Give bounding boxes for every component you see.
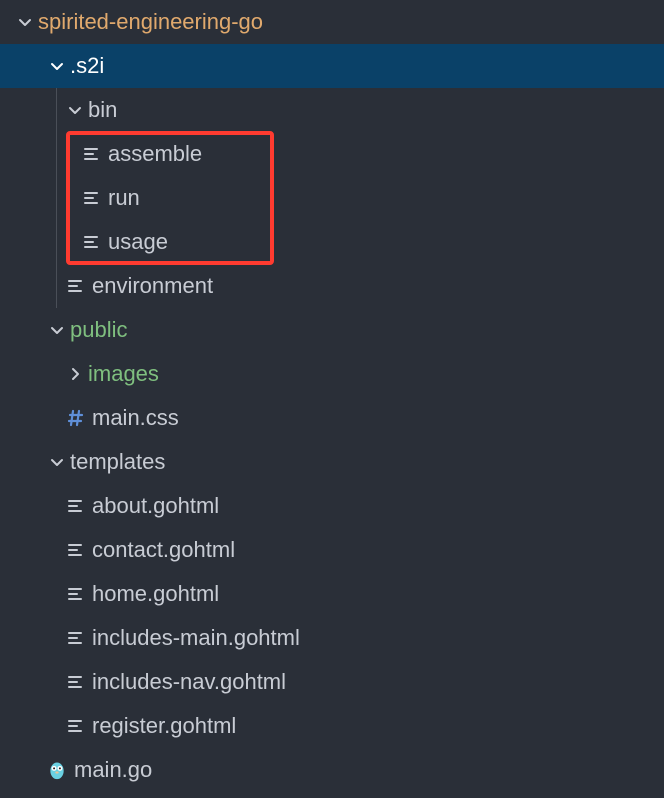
file-includes-main-gohtml[interactable]: includes-main.gohtml xyxy=(0,616,664,660)
file-label: contact.gohtml xyxy=(92,537,235,563)
folder-label: templates xyxy=(70,449,165,475)
file-run[interactable]: run xyxy=(0,176,664,220)
file-usage[interactable]: usage xyxy=(0,220,664,264)
file-label: includes-nav.gohtml xyxy=(92,669,286,695)
indent-guide xyxy=(56,132,57,176)
text-file-icon xyxy=(62,628,88,648)
file-label: assemble xyxy=(108,141,202,167)
folder-label: bin xyxy=(88,97,117,123)
folder-label: public xyxy=(70,317,127,343)
chevron-down-icon xyxy=(44,58,70,74)
gopher-icon xyxy=(44,760,70,780)
folder-s2i[interactable]: .s2i xyxy=(0,44,664,88)
text-file-icon xyxy=(78,232,104,252)
text-file-icon xyxy=(78,144,104,164)
file-main-css[interactable]: main.css xyxy=(0,396,664,440)
text-file-icon xyxy=(62,496,88,516)
file-label: environment xyxy=(92,273,213,299)
chevron-down-icon xyxy=(44,322,70,338)
folder-label: .s2i xyxy=(70,53,104,79)
text-file-icon xyxy=(62,672,88,692)
file-tree: spirited-engineering-go .s2i bin assembl… xyxy=(0,0,664,792)
file-label: register.gohtml xyxy=(92,713,236,739)
text-file-icon xyxy=(62,276,88,296)
indent-guide xyxy=(56,220,57,264)
file-label: main.css xyxy=(92,405,179,431)
text-file-icon xyxy=(62,716,88,736)
file-label: includes-main.gohtml xyxy=(92,625,300,651)
text-file-icon xyxy=(62,540,88,560)
folder-public[interactable]: public xyxy=(0,308,664,352)
indent-guide xyxy=(56,88,57,132)
chevron-down-icon xyxy=(44,454,70,470)
chevron-down-icon xyxy=(12,14,38,30)
hash-icon xyxy=(62,408,88,428)
folder-label: spirited-engineering-go xyxy=(38,9,263,35)
file-contact-gohtml[interactable]: contact.gohtml xyxy=(0,528,664,572)
file-home-gohtml[interactable]: home.gohtml xyxy=(0,572,664,616)
file-about-gohtml[interactable]: about.gohtml xyxy=(0,484,664,528)
chevron-right-icon xyxy=(62,366,88,382)
file-label: home.gohtml xyxy=(92,581,219,607)
file-register-gohtml[interactable]: register.gohtml xyxy=(0,704,664,748)
file-assemble[interactable]: assemble xyxy=(0,132,664,176)
folder-label: images xyxy=(88,361,159,387)
file-label: about.gohtml xyxy=(92,493,219,519)
folder-root[interactable]: spirited-engineering-go xyxy=(0,0,664,44)
chevron-down-icon xyxy=(62,102,88,118)
file-label: run xyxy=(108,185,140,211)
file-label: usage xyxy=(108,229,168,255)
indent-guide xyxy=(56,176,57,220)
text-file-icon xyxy=(62,584,88,604)
file-environment[interactable]: environment xyxy=(0,264,664,308)
folder-images[interactable]: images xyxy=(0,352,664,396)
folder-templates[interactable]: templates xyxy=(0,440,664,484)
indent-guide xyxy=(56,264,57,308)
folder-bin[interactable]: bin xyxy=(0,88,664,132)
file-includes-nav-gohtml[interactable]: includes-nav.gohtml xyxy=(0,660,664,704)
text-file-icon xyxy=(78,188,104,208)
file-main-go[interactable]: main.go xyxy=(0,748,664,792)
file-label: main.go xyxy=(74,757,152,783)
